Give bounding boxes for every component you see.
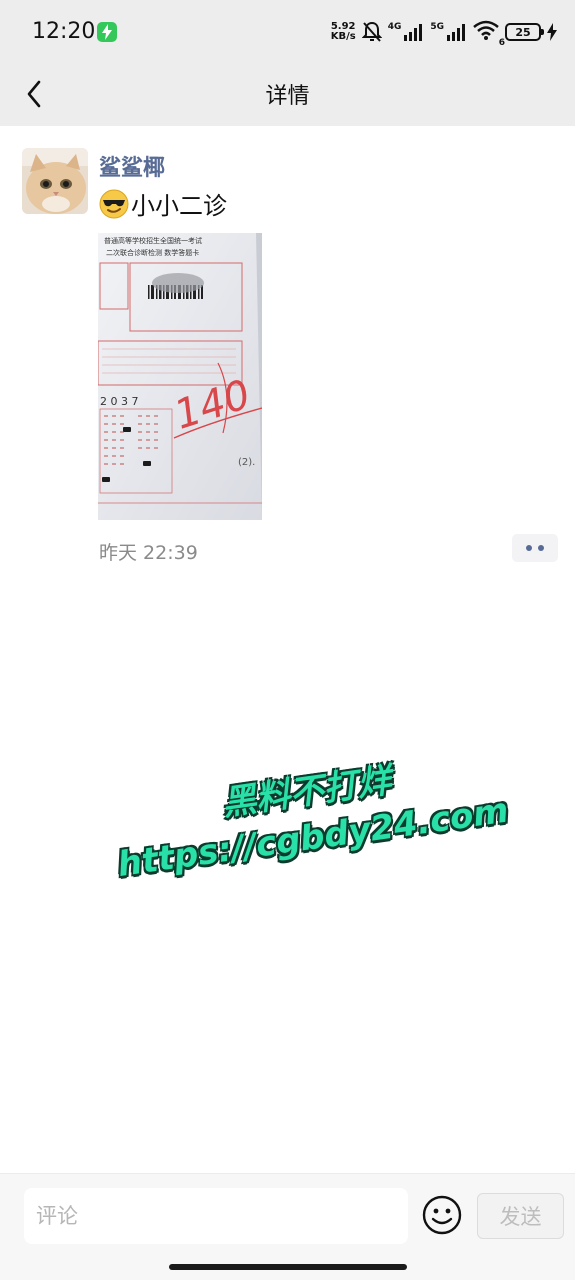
wifi-icon [473,20,499,40]
post-image[interactable]: 普通高等学校招生全国统一考试 二次联合诊断检测 数学答题卡 2 0 3 7 14… [98,233,262,520]
watermark: 黑料不打烊 https://cgbdy24.com [96,741,525,891]
post-caption: 小小二诊 [131,192,227,220]
cat-avatar-image [22,148,88,214]
post-author-name[interactable]: 鲨鲨椰 [99,150,165,182]
sheet-question-mark: (2). [238,457,255,468]
status-time: 12:20 [32,19,96,44]
battery-level: 25 [515,25,531,39]
battery-icon: 25 [505,23,544,41]
comment-input[interactable] [24,1188,408,1244]
dot-icon [526,545,532,551]
sunglasses-emoji-icon [99,189,129,218]
signal-2-icon [447,24,465,41]
send-button[interactable]: 发送 [477,1193,564,1239]
emoji-button[interactable] [421,1194,463,1236]
wifi-indicator: 6 [473,20,505,48]
sheet-id-number: 2 0 3 7 [100,395,138,408]
avatar[interactable] [22,148,88,214]
sheet-header-1: 普通高等学校招生全国统一考试 [104,236,202,245]
status-bar: 12:20 5.92 KB/s 4G 5G 6 25 [0,0,575,62]
post-text: 小小二诊 [99,186,227,221]
post-timestamp: 昨天 22:39 [99,542,198,564]
comment-bar: 发送 [0,1173,575,1280]
page-title: 详情 [265,84,310,109]
answer-sheet-photo: 普通高等学校招生全国统一考试 二次联合诊断检测 数学答题卡 2 0 3 7 14… [98,233,262,520]
home-indicator[interactable] [169,1264,407,1270]
charging-bolt-icon [547,23,557,41]
status-icons: 5.92 KB/s 4G 5G 6 25 [330,20,557,48]
smiley-icon [422,1195,462,1235]
network-speed: 5.92 KB/s [330,21,356,42]
sheet-header-2: 二次联合诊断检测 数学答题卡 [106,248,199,257]
network-1-label: 4G [387,22,402,32]
mute-bell-icon [361,21,382,42]
charging-app-icon [97,22,117,42]
more-actions-button[interactable] [512,534,558,562]
dot-icon [538,545,544,551]
title-bar: 详情 [0,62,575,126]
network-2-label: 5G [430,22,444,32]
signal-1-icon [404,24,423,41]
wifi-badge: 6 [498,38,505,48]
